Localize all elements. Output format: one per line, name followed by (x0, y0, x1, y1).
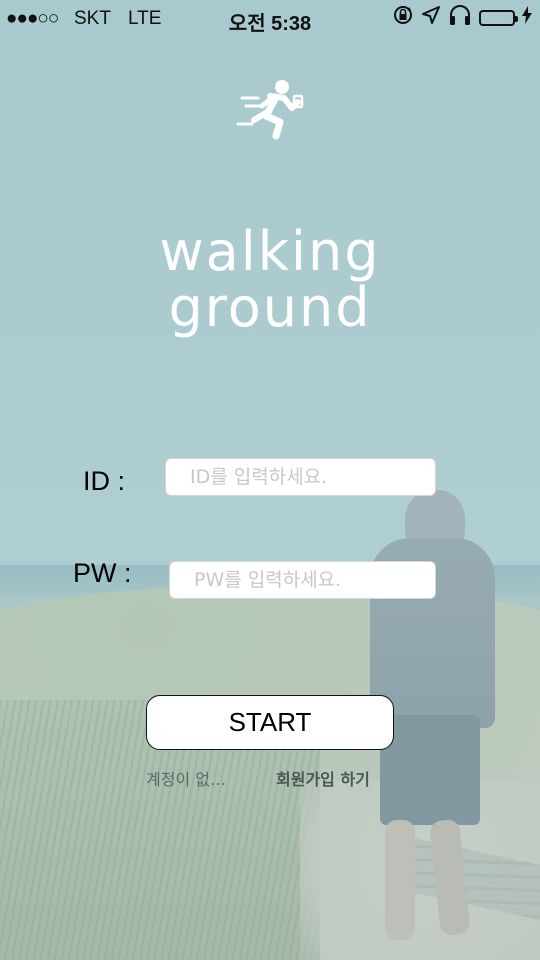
signup-link[interactable]: 회원가입 하기 (276, 766, 370, 790)
id-label: ID : (83, 466, 126, 496)
pw-label: PW : (73, 558, 132, 588)
headphones-icon (448, 4, 472, 32)
status-bar: ●●●○○ SKT LTE 오전 5:38 (0, 0, 540, 40)
runner-icon (236, 78, 304, 140)
rotation-lock-icon (392, 4, 414, 32)
charging-icon (522, 6, 532, 30)
status-icons (392, 4, 532, 32)
app-title-line1: walking (159, 220, 381, 283)
app-title-line2: ground (168, 276, 372, 339)
app-title: walking ground (0, 224, 540, 336)
battery-icon (479, 10, 518, 26)
location-icon (421, 5, 441, 31)
start-button[interactable]: START (146, 695, 394, 750)
no-account-text: 계정이 없… (146, 770, 226, 789)
id-input[interactable] (165, 458, 436, 496)
password-input[interactable] (169, 561, 436, 599)
